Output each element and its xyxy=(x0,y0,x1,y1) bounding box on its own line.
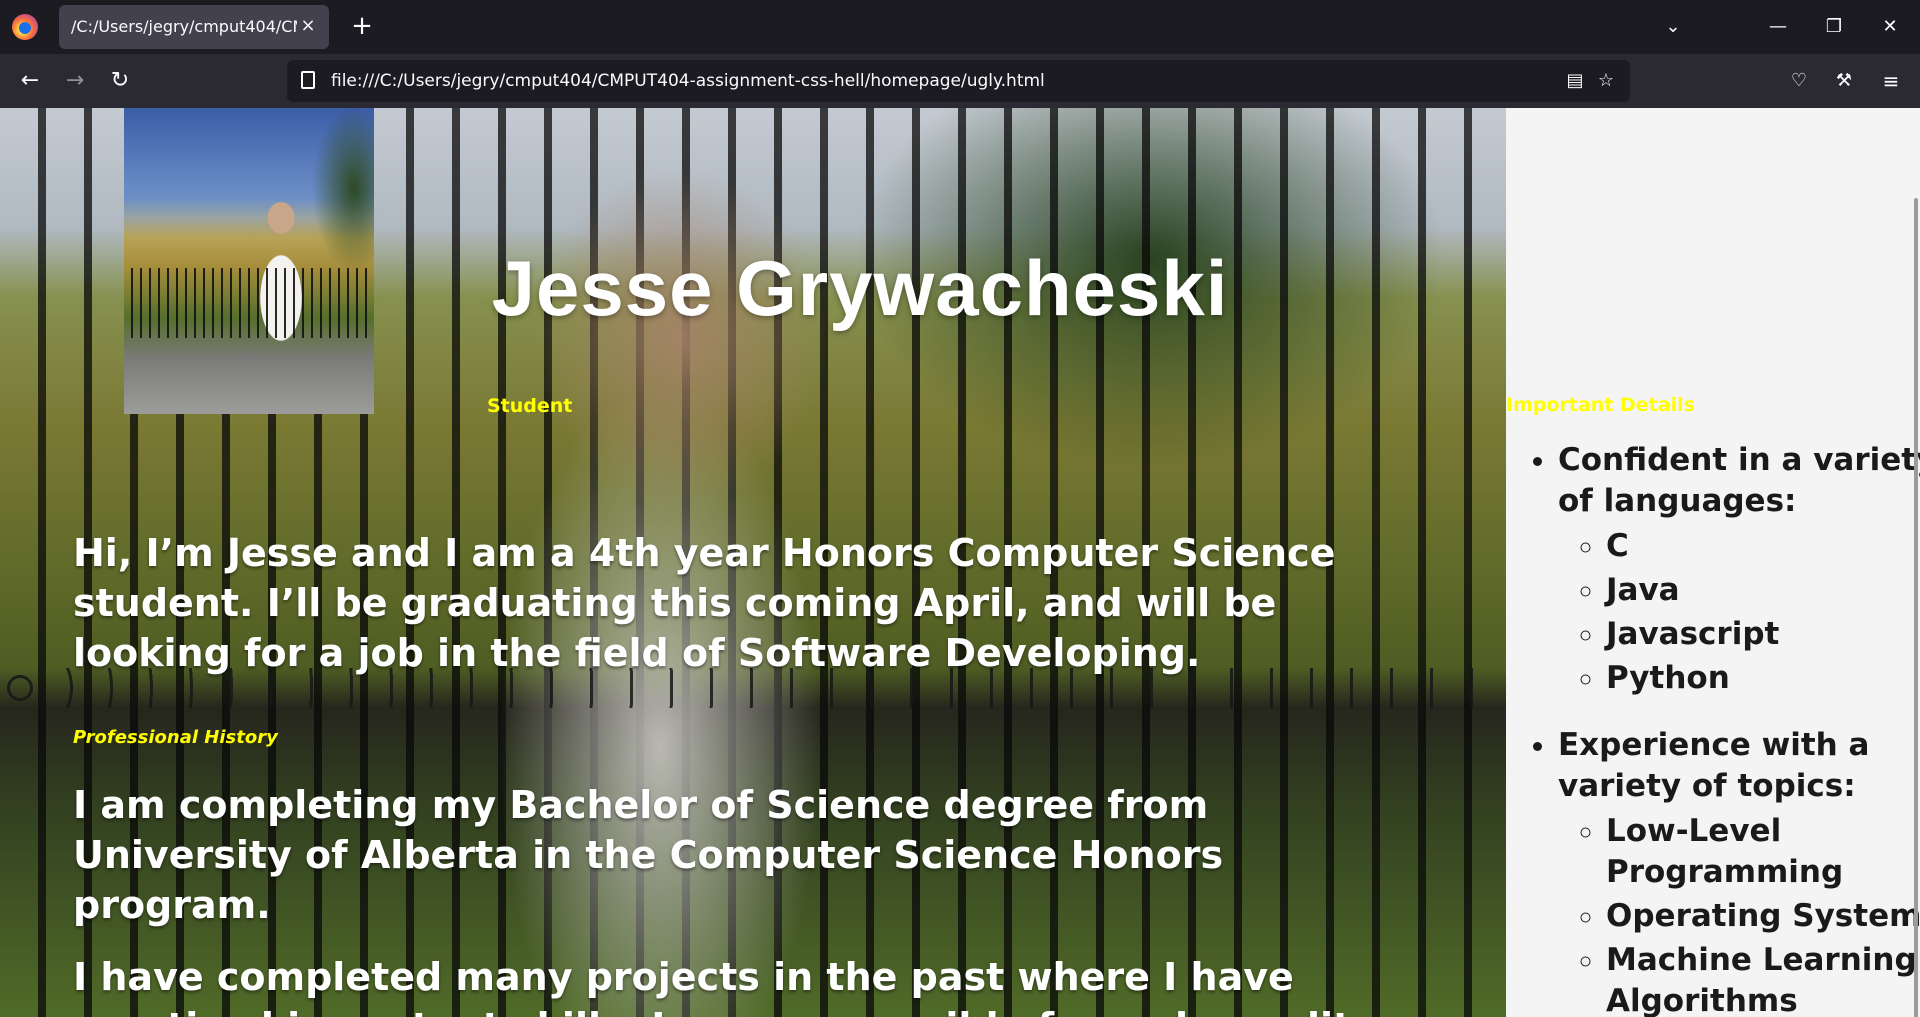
star-icon[interactable]: ☆ xyxy=(1593,68,1619,94)
new-tab-button[interactable]: + xyxy=(348,12,376,40)
pocket-icon[interactable]: ♡ xyxy=(1784,66,1814,96)
list-item: Experience with a variety of topics: Low… xyxy=(1558,725,1920,1017)
list-item-text: Experience with a variety of topics: xyxy=(1558,727,1870,804)
scrollbar[interactable] xyxy=(1914,198,1918,1017)
list-all-tabs-icon[interactable]: ⌄ xyxy=(1658,12,1688,42)
list-item: Java xyxy=(1606,570,1920,611)
reload-button[interactable]: ↻ xyxy=(105,66,135,96)
list-item: Javascript xyxy=(1606,614,1920,655)
restore-icon[interactable]: ❐ xyxy=(1819,12,1849,42)
tab-close-icon[interactable]: × xyxy=(297,15,319,37)
tab-bar: /C:/Users/jegry/cmput404/CMPUT404 × + ⌄ … xyxy=(0,0,1920,54)
forward-button[interactable]: → xyxy=(60,66,90,96)
list-item: C xyxy=(1606,526,1920,567)
role-label: Student xyxy=(487,395,573,417)
window-close-icon[interactable]: ✕ xyxy=(1875,12,1905,42)
navigation-toolbar: ← → ↻ file:///C:/Users/jegry/cmput404/CM… xyxy=(0,54,1920,108)
history-paragraph-1: I am completing my Bachelor of Science d… xyxy=(73,783,1224,927)
page-viewport: Jesse Grywacheski Student Hi, I’m Jesse … xyxy=(0,108,1920,1017)
intro-paragraph: Hi, I’m Jesse and I am a 4th year Honors… xyxy=(73,531,1336,675)
page-icon xyxy=(301,71,315,89)
back-button[interactable]: ← xyxy=(15,66,45,96)
sub-list: Low-Level Programming Operating Systems … xyxy=(1558,811,1920,1017)
list-item: Operating Systems xyxy=(1606,896,1920,937)
details-list: Confident in a variety of languages: C J… xyxy=(1516,440,1920,1017)
minimize-icon[interactable]: — xyxy=(1763,12,1793,42)
list-item: Low-Level Programming xyxy=(1606,811,1920,893)
url-bar[interactable]: file:///C:/Users/jegry/cmput404/CMPUT404… xyxy=(287,60,1630,102)
list-item: Python xyxy=(1606,658,1920,699)
firefox-icon[interactable] xyxy=(12,14,38,40)
page-title: Jesse Grywacheski xyxy=(491,244,1229,332)
url-text[interactable]: file:///C:/Users/jegry/cmput404/CMPUT404… xyxy=(331,71,1045,91)
wrench-icon[interactable]: ⚒ xyxy=(1829,66,1859,96)
tab-active[interactable]: /C:/Users/jegry/cmput404/CMPUT404 × xyxy=(59,5,329,49)
list-item: Machine Learning Algorithms xyxy=(1606,940,1920,1017)
list-item: Confident in a variety of languages: C J… xyxy=(1558,440,1920,699)
details-sidebar: Important Details Confident in a variety… xyxy=(1506,108,1920,1017)
main-content: Hi, I’m Jesse and I am a 4th year Honors… xyxy=(73,528,1383,1017)
list-item-text: Confident in a variety of languages: xyxy=(1558,442,1920,519)
reader-view-icon[interactable]: ▤ xyxy=(1562,68,1588,94)
tab-title: /C:/Users/jegry/cmput404/CMPUT404 xyxy=(71,17,297,36)
history-paragraph-2: I have completed many projects in the pa… xyxy=(73,955,1376,1017)
history-heading: Professional History xyxy=(73,727,278,748)
details-heading: Important Details xyxy=(1506,394,1695,416)
sub-list: C Java Javascript Python xyxy=(1558,526,1920,699)
hamburger-menu-icon[interactable]: ≡ xyxy=(1876,66,1906,96)
